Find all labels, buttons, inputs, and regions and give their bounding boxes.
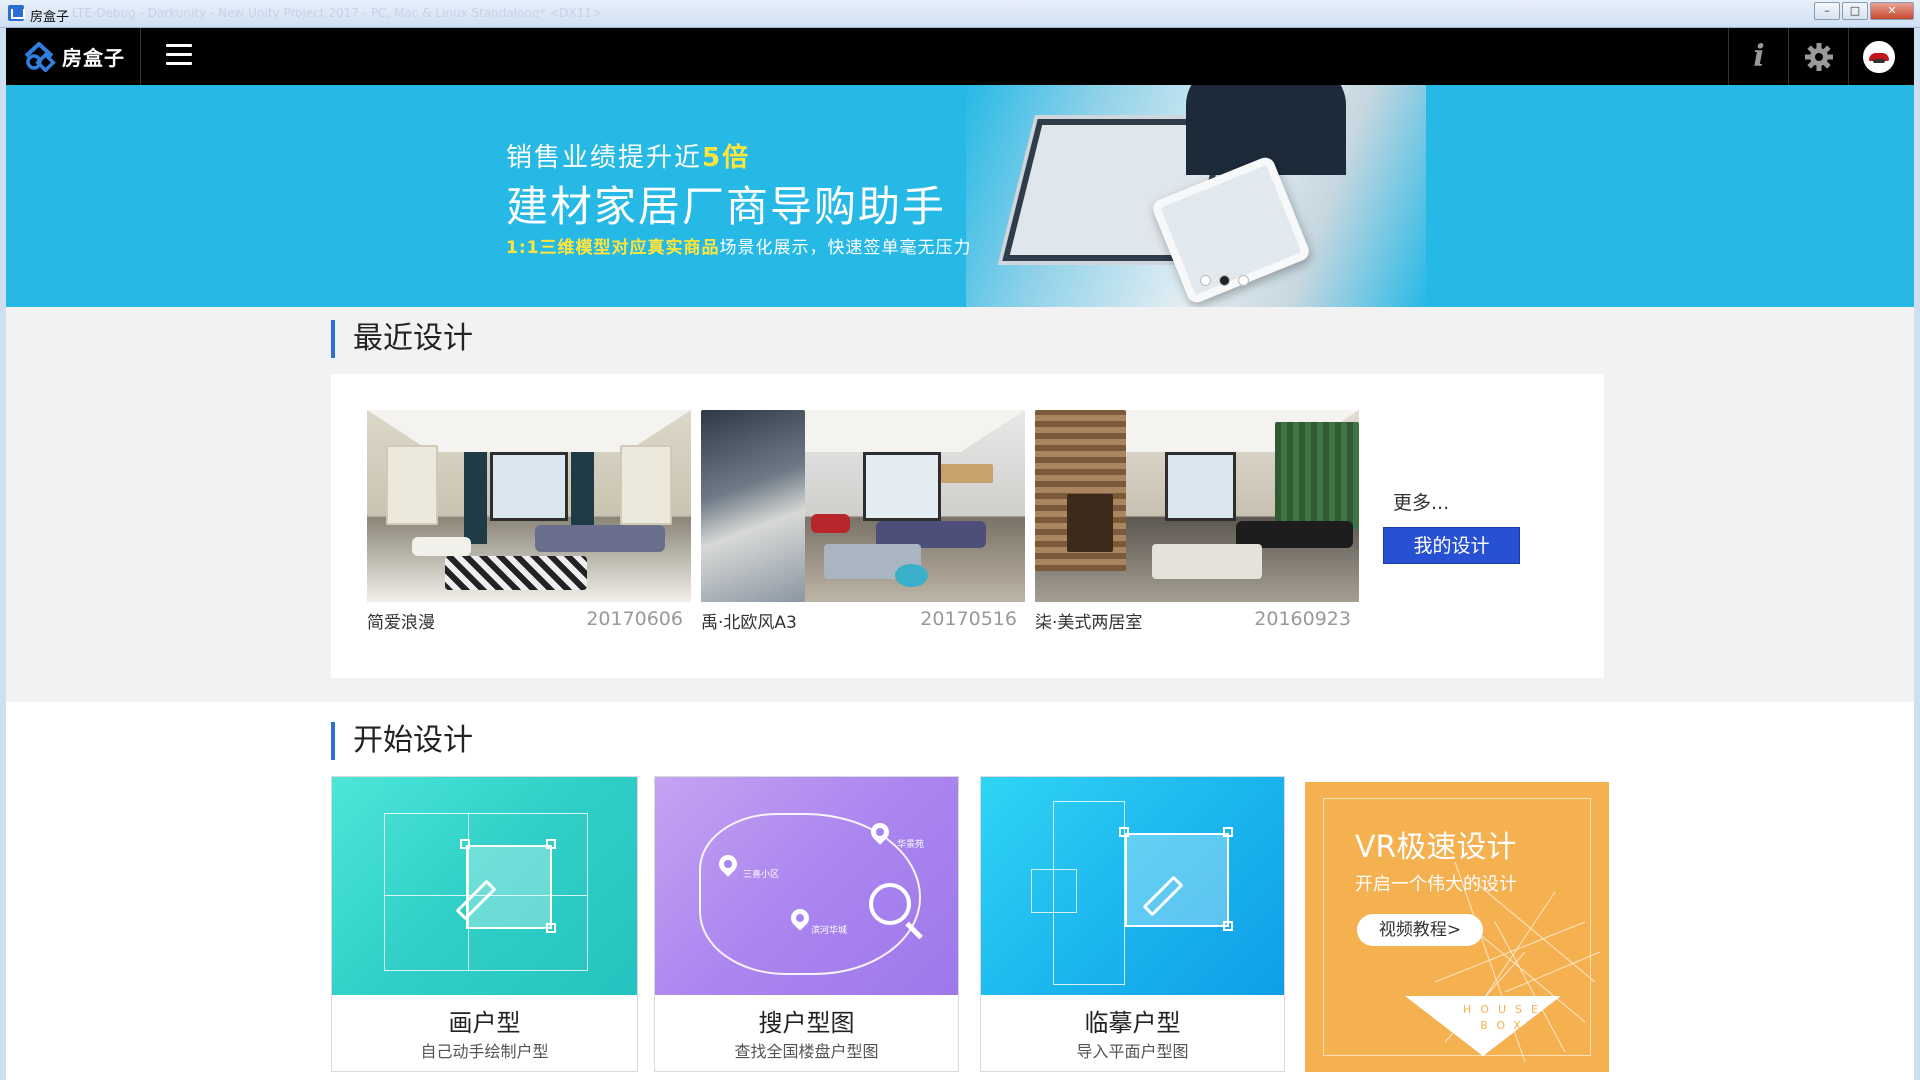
- draw-floorplan-illustration: [332, 777, 637, 995]
- design-date: 20170606: [586, 608, 683, 630]
- settings-button[interactable]: [1790, 28, 1848, 85]
- vr-title: VR极速设计: [1355, 830, 1517, 865]
- recent-designs-panel: 简爱浪漫 20170606 禹·北欧风A3 20170516 柒·美式两居室 2…: [331, 374, 1604, 678]
- banner-line1-prefix: 销售业绩提升近: [506, 143, 703, 173]
- card-title: 搜户型图: [758, 1009, 855, 1037]
- design-date: 20160923: [1254, 608, 1351, 630]
- app-house-icon: [8, 5, 25, 21]
- china-map-illustration: 华景苑 三喜小区 滨河华城: [655, 777, 958, 995]
- user-button[interactable]: [1850, 28, 1908, 85]
- card-subtitle: 自己动手绘制户型: [420, 1042, 549, 1061]
- vr-design-card[interactable]: VR极速设计 开启一个伟大的设计 视频教程> HOUSE BOX: [1305, 782, 1609, 1072]
- banner-dot-1[interactable]: [1200, 275, 1211, 286]
- logo-house-icon: [24, 42, 56, 72]
- banner-headline-small: 销售业绩提升近5倍: [506, 137, 750, 174]
- search-floorplan-card[interactable]: 华景苑 三喜小区 滨河华城 搜户型图 查找全国楼盘户型图: [654, 776, 959, 1072]
- close-button[interactable]: ✕: [1870, 2, 1914, 20]
- housebox-logo-line1: HOUSE: [1463, 1003, 1547, 1016]
- card-subtitle: 查找全国楼盘户型图: [734, 1042, 879, 1061]
- banner-dot-3[interactable]: [1238, 275, 1249, 286]
- trace-floorplan-illustration: [981, 777, 1284, 995]
- card-title: 画户型: [448, 1009, 521, 1037]
- design-item[interactable]: 简爱浪漫 20170606: [367, 410, 691, 633]
- navbar-divider: [1848, 28, 1849, 85]
- trace-floorplan-card[interactable]: 临摹户型 导入平面户型图: [980, 776, 1285, 1072]
- top-navbar: 房盒子 i: [6, 28, 1914, 85]
- banner-tagline: 1:1三维模型对应真实商品场景化展示，快速签单毫无压力: [506, 233, 971, 258]
- navbar-divider: [1728, 28, 1729, 85]
- menu-icon[interactable]: [166, 44, 192, 68]
- map-label: 华景苑: [897, 840, 925, 850]
- banner-line3-highlight: 1:1三维模型对应真实商品: [506, 238, 720, 258]
- card-title: 临摹户型: [1084, 1009, 1181, 1037]
- window-controls: – □ ✕: [1814, 2, 1914, 20]
- banner-pagination: [1200, 275, 1249, 286]
- logo-text: 房盒子: [62, 45, 125, 70]
- window-title-faded: LTE-Debug - Darkunity - New Unity Projec…: [72, 6, 603, 20]
- banner-headline: 建材家居厂商导购助手: [506, 182, 947, 231]
- design-date: 20170516: [920, 608, 1017, 630]
- promo-banner[interactable]: 销售业绩提升近5倍 建材家居厂商导购助手 1:1三维模型对应真实商品场景化展示，…: [6, 85, 1914, 307]
- navbar-divider: [1788, 28, 1789, 85]
- design-name: 柒·美式两居室: [1035, 613, 1143, 633]
- design-name: 禹·北欧风A3: [701, 613, 797, 633]
- banner-line1-highlight: 5倍: [702, 143, 751, 173]
- my-design-button[interactable]: 我的设计: [1383, 527, 1520, 564]
- banner-dot-2[interactable]: [1219, 275, 1230, 286]
- avatar: [1863, 40, 1895, 73]
- video-tutorial-button[interactable]: 视频教程>: [1357, 914, 1483, 946]
- housebox-logo: HOUSE BOX: [1455, 1002, 1555, 1034]
- minimize-button[interactable]: –: [1814, 2, 1840, 20]
- card-subtitle: 导入平面户型图: [1076, 1042, 1189, 1061]
- design-thumbnail[interactable]: [701, 410, 1025, 602]
- more-designs-link[interactable]: 更多...: [1393, 488, 1449, 515]
- design-name: 简爱浪漫: [367, 613, 435, 633]
- design-item[interactable]: 柒·美式两居室 20160923: [1035, 410, 1359, 633]
- draw-floorplan-card[interactable]: 画户型 自己动手绘制户型: [331, 776, 638, 1072]
- info-icon: i: [1753, 39, 1765, 74]
- start-section-title: 开始设计: [331, 722, 473, 760]
- logo[interactable]: 房盒子: [22, 40, 125, 72]
- gear-icon: [1805, 42, 1833, 71]
- magnifier-icon: [869, 883, 911, 925]
- window-title: 房盒子: [30, 10, 70, 25]
- design-thumbnail[interactable]: [367, 410, 691, 602]
- housebox-logo-line2: BOX: [1480, 1019, 1530, 1032]
- info-button[interactable]: i: [1730, 28, 1788, 85]
- window-titlebar: 房盒子 LTE-Debug - Darkunity - New Unity Pr…: [0, 0, 1920, 28]
- map-label: 滨河华城: [811, 926, 848, 936]
- map-label: 三喜小区: [743, 870, 780, 880]
- design-item[interactable]: 禹·北欧风A3 20170516: [701, 410, 1025, 633]
- navbar-divider: [140, 28, 141, 85]
- design-thumbnail[interactable]: [1035, 410, 1359, 602]
- recent-section-title: 最近设计: [331, 320, 473, 358]
- maximize-button[interactable]: □: [1842, 2, 1868, 20]
- banner-line3-rest: 场景化展示，快速签单毫无压力: [719, 238, 972, 258]
- vr-subtitle: 开启一个伟大的设计: [1355, 874, 1517, 895]
